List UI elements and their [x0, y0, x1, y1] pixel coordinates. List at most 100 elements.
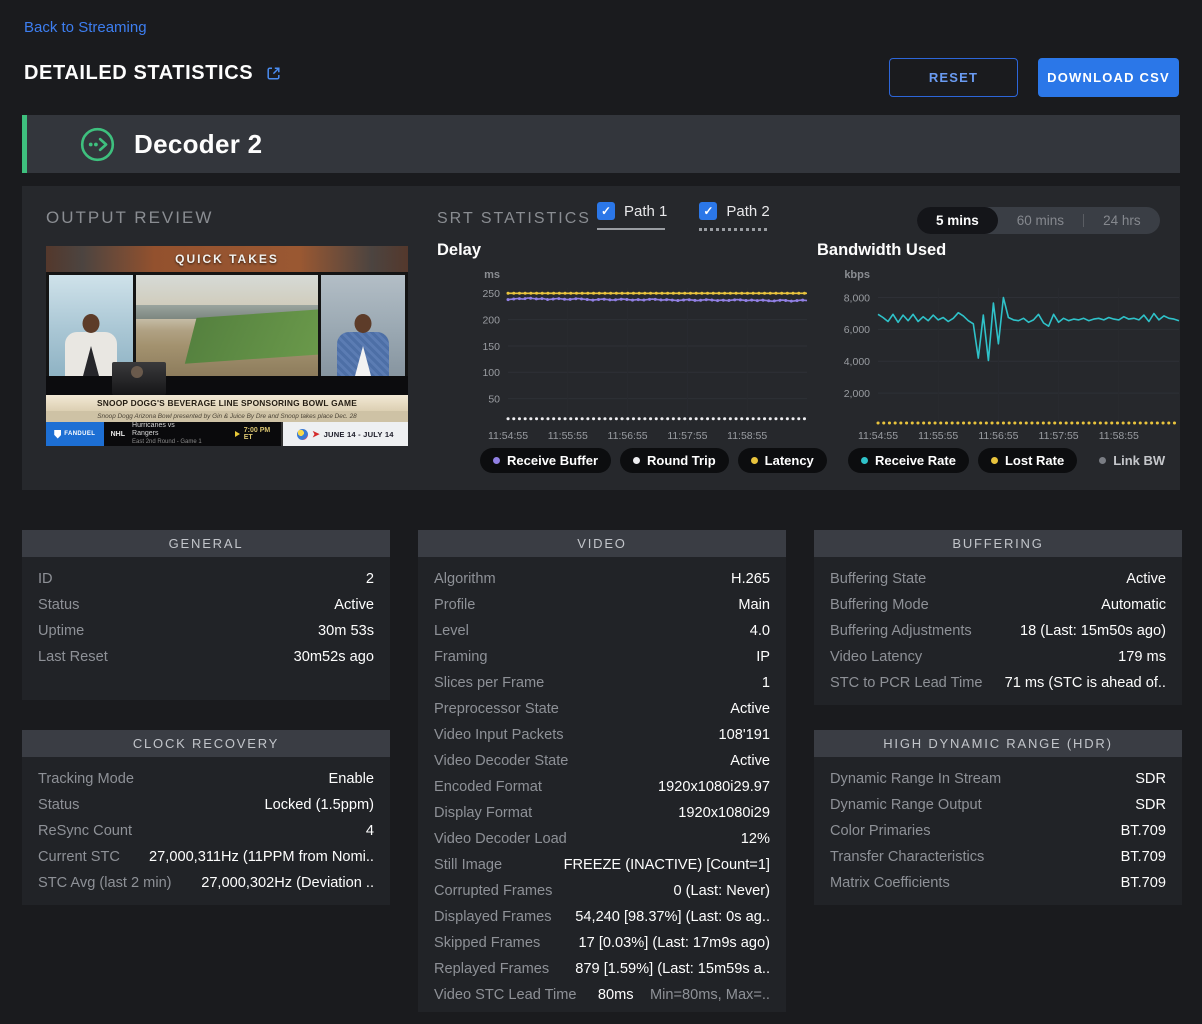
path-label: Path 1 — [624, 203, 667, 220]
stat-value: Locked (1.5ppm) — [264, 796, 374, 814]
legend-dot — [633, 457, 640, 464]
stat-value: 179 ms — [1118, 648, 1166, 666]
stat-row-skipped-frames: Skipped Frames17 [0.03%] (Last: 17m9s ag… — [418, 930, 786, 956]
stat-row-corrupted-frames: Corrupted Frames0 (Last: Never) — [418, 878, 786, 904]
stat-label: Slices per Frame — [434, 674, 544, 692]
stat-label: Last Reset — [38, 648, 108, 666]
stat-row-level: Level4.0 — [418, 618, 786, 644]
stat-label: Transfer Characteristics — [830, 848, 984, 866]
stat-value: BT.709 — [1121, 822, 1166, 840]
stat-label: Dynamic Range In Stream — [830, 770, 1001, 788]
legend-receive-buffer[interactable]: Receive Buffer — [480, 448, 611, 473]
stat-row-dynamic-range-output: Dynamic Range OutputSDR — [814, 792, 1182, 818]
page-title-row: DETAILED STATISTICS — [24, 62, 282, 85]
copa-logo-icon — [297, 429, 308, 440]
svg-text:6,000: 6,000 — [844, 324, 870, 336]
stat-value: SDR — [1135, 796, 1166, 814]
path-line-style-dotted — [699, 228, 767, 231]
stat-row-status: StatusActive — [22, 592, 390, 618]
stat-value: 18 (Last: 15m50s ago) — [1020, 622, 1166, 640]
general-card: GENERAL ID2StatusActiveUptime30m 53sLast… — [22, 530, 390, 700]
legend-round-trip[interactable]: Round Trip — [620, 448, 729, 473]
legend-label: Receive Rate — [875, 453, 956, 468]
stat-label: Video Input Packets — [434, 726, 564, 744]
page-title: DETAILED STATISTICS — [24, 62, 253, 85]
stat-label: Replayed Frames — [434, 960, 549, 978]
thumb-ticker: FANDUEL NHL Hurricanes vs Rangers East 2… — [46, 422, 408, 446]
download-csv-button[interactable]: DOWNLOAD CSV — [1038, 58, 1179, 97]
decoder-header: Decoder 2 — [22, 115, 1180, 173]
stat-value: 71 ms (STC is ahead of.. — [1005, 674, 1166, 692]
svg-text:ms: ms — [484, 269, 500, 281]
stat-label: Buffering Adjustments — [830, 622, 972, 640]
legend-lost-rate[interactable]: Lost Rate — [978, 448, 1077, 473]
stat-value: H.265 — [731, 570, 770, 588]
fanduel-text: FANDUEL — [64, 431, 95, 437]
stat-label: Color Primaries — [830, 822, 931, 840]
stat-row-video-decoder-load: Video Decoder Load12% — [418, 826, 786, 852]
svg-text:11:57:55: 11:57:55 — [1039, 430, 1079, 442]
legend-latency[interactable]: Latency — [738, 448, 827, 473]
stat-value: 27,000,311Hz (11PPM from Nomi.. — [149, 848, 374, 866]
stat-value: 54,240 [98.37%] (Last: 0s ag.. — [575, 908, 770, 926]
time-range-toggle: 5 mins60 mins24 hrs — [917, 207, 1160, 234]
stat-row-status: StatusLocked (1.5ppm) — [22, 792, 390, 818]
clock-recovery-card-title: CLOCK RECOVERY — [22, 730, 390, 757]
hdr-card: HIGH DYNAMIC RANGE (HDR) Dynamic Range I… — [814, 730, 1182, 905]
path-toggle-path-1[interactable]: ✓ Path 1 — [597, 202, 667, 231]
ticker-league: NHL — [111, 431, 125, 438]
fanduel-logo: FANDUEL — [46, 422, 104, 446]
legend-dot — [493, 457, 500, 464]
stat-row-preprocessor-state: Preprocessor StateActive — [418, 696, 786, 722]
video-card: VIDEO AlgorithmH.265ProfileMainLevel4.0F… — [418, 530, 786, 1012]
statistics-panel: OUTPUT REVIEW QUICK TAKES SNOOP DOGG'S B… — [22, 186, 1180, 490]
stat-row-display-format: Display Format1920x1080i29 — [418, 800, 786, 826]
bandwidth-chart: kbps2,0004,0006,0008,00011:54:5511:55:55… — [828, 264, 1200, 442]
legend-dot — [861, 457, 868, 464]
checkbox-icon[interactable]: ✓ — [699, 202, 717, 220]
ticker-matchup: Hurricanes vs Rangers — [132, 422, 203, 440]
ticker-detail: East 2nd Round - Game 1 — [132, 439, 203, 446]
stat-label: Preprocessor State — [434, 700, 559, 718]
hdr-card-title: HIGH DYNAMIC RANGE (HDR) — [814, 730, 1182, 757]
video-card-title: VIDEO — [418, 530, 786, 557]
stat-row-dynamic-range-in-stream: Dynamic Range In Stream SDR — [814, 766, 1182, 792]
time-range-option-24-hrs[interactable]: 24 hrs — [1084, 207, 1160, 234]
stat-label: Video Latency — [830, 648, 922, 666]
path-toggle-path-2[interactable]: ✓Path 2 — [699, 202, 769, 231]
stat-value: 4.0 — [750, 622, 770, 640]
stat-row-transfer-characteristics: Transfer CharacteristicsBT.709 — [814, 844, 1182, 870]
svg-text:8,000: 8,000 — [844, 292, 870, 304]
ticker-time: 7:00 PM ET — [244, 427, 281, 441]
bandwidth-chart-legend: Receive Rate Lost Rate Link BW — [848, 448, 1178, 473]
path-line-style-solid — [597, 228, 665, 230]
legend-dot — [991, 457, 998, 464]
thumb-main — [46, 272, 408, 376]
legend-link-bw[interactable]: Link BW — [1086, 448, 1178, 473]
svg-text:11:56:55: 11:56:55 — [978, 430, 1018, 442]
ticker-right-panel: ➤ JUNE 14 - JULY 14 — [281, 422, 408, 446]
thumb-lower-third: SNOOP DOGG'S BEVERAGE LINE SPONSORING BO… — [46, 395, 408, 422]
svg-text:50: 50 — [488, 393, 500, 405]
legend-label: Lost Rate — [1005, 453, 1064, 468]
stat-row-video-stc-lead-time: Video STC Lead Time80msMin=80ms, Max=.. — [418, 982, 786, 1008]
back-to-streaming-link[interactable]: Back to Streaming — [24, 19, 147, 36]
stat-label: Algorithm — [434, 570, 496, 588]
svg-text:200: 200 — [482, 314, 500, 326]
general-card-title: GENERAL — [22, 530, 390, 557]
external-link-icon[interactable] — [265, 65, 282, 82]
stat-label: Displayed Frames — [434, 908, 552, 926]
reset-button[interactable]: RESET — [889, 58, 1018, 97]
stat-label: Tracking Mode — [38, 770, 134, 788]
time-range-option-60-mins[interactable]: 60 mins — [998, 207, 1083, 234]
stat-value: SDR — [1135, 770, 1166, 788]
stat-row-stc-to-pcr-lead-time: STC to PCR Lead Time71 ms (STC is ahead … — [814, 670, 1182, 696]
thumb-headline: SNOOP DOGG'S BEVERAGE LINE SPONSORING BO… — [97, 398, 357, 408]
time-range-option-5-mins[interactable]: 5 mins — [917, 207, 998, 234]
stat-label: Matrix Coefficients — [830, 874, 950, 892]
svg-text:100: 100 — [482, 367, 500, 379]
stat-label: Framing — [434, 648, 488, 666]
checkbox-icon[interactable]: ✓ — [597, 202, 615, 220]
legend-receive-rate[interactable]: Receive Rate — [848, 448, 969, 473]
stat-row-buffering-state: Buffering StateActive — [814, 566, 1182, 592]
